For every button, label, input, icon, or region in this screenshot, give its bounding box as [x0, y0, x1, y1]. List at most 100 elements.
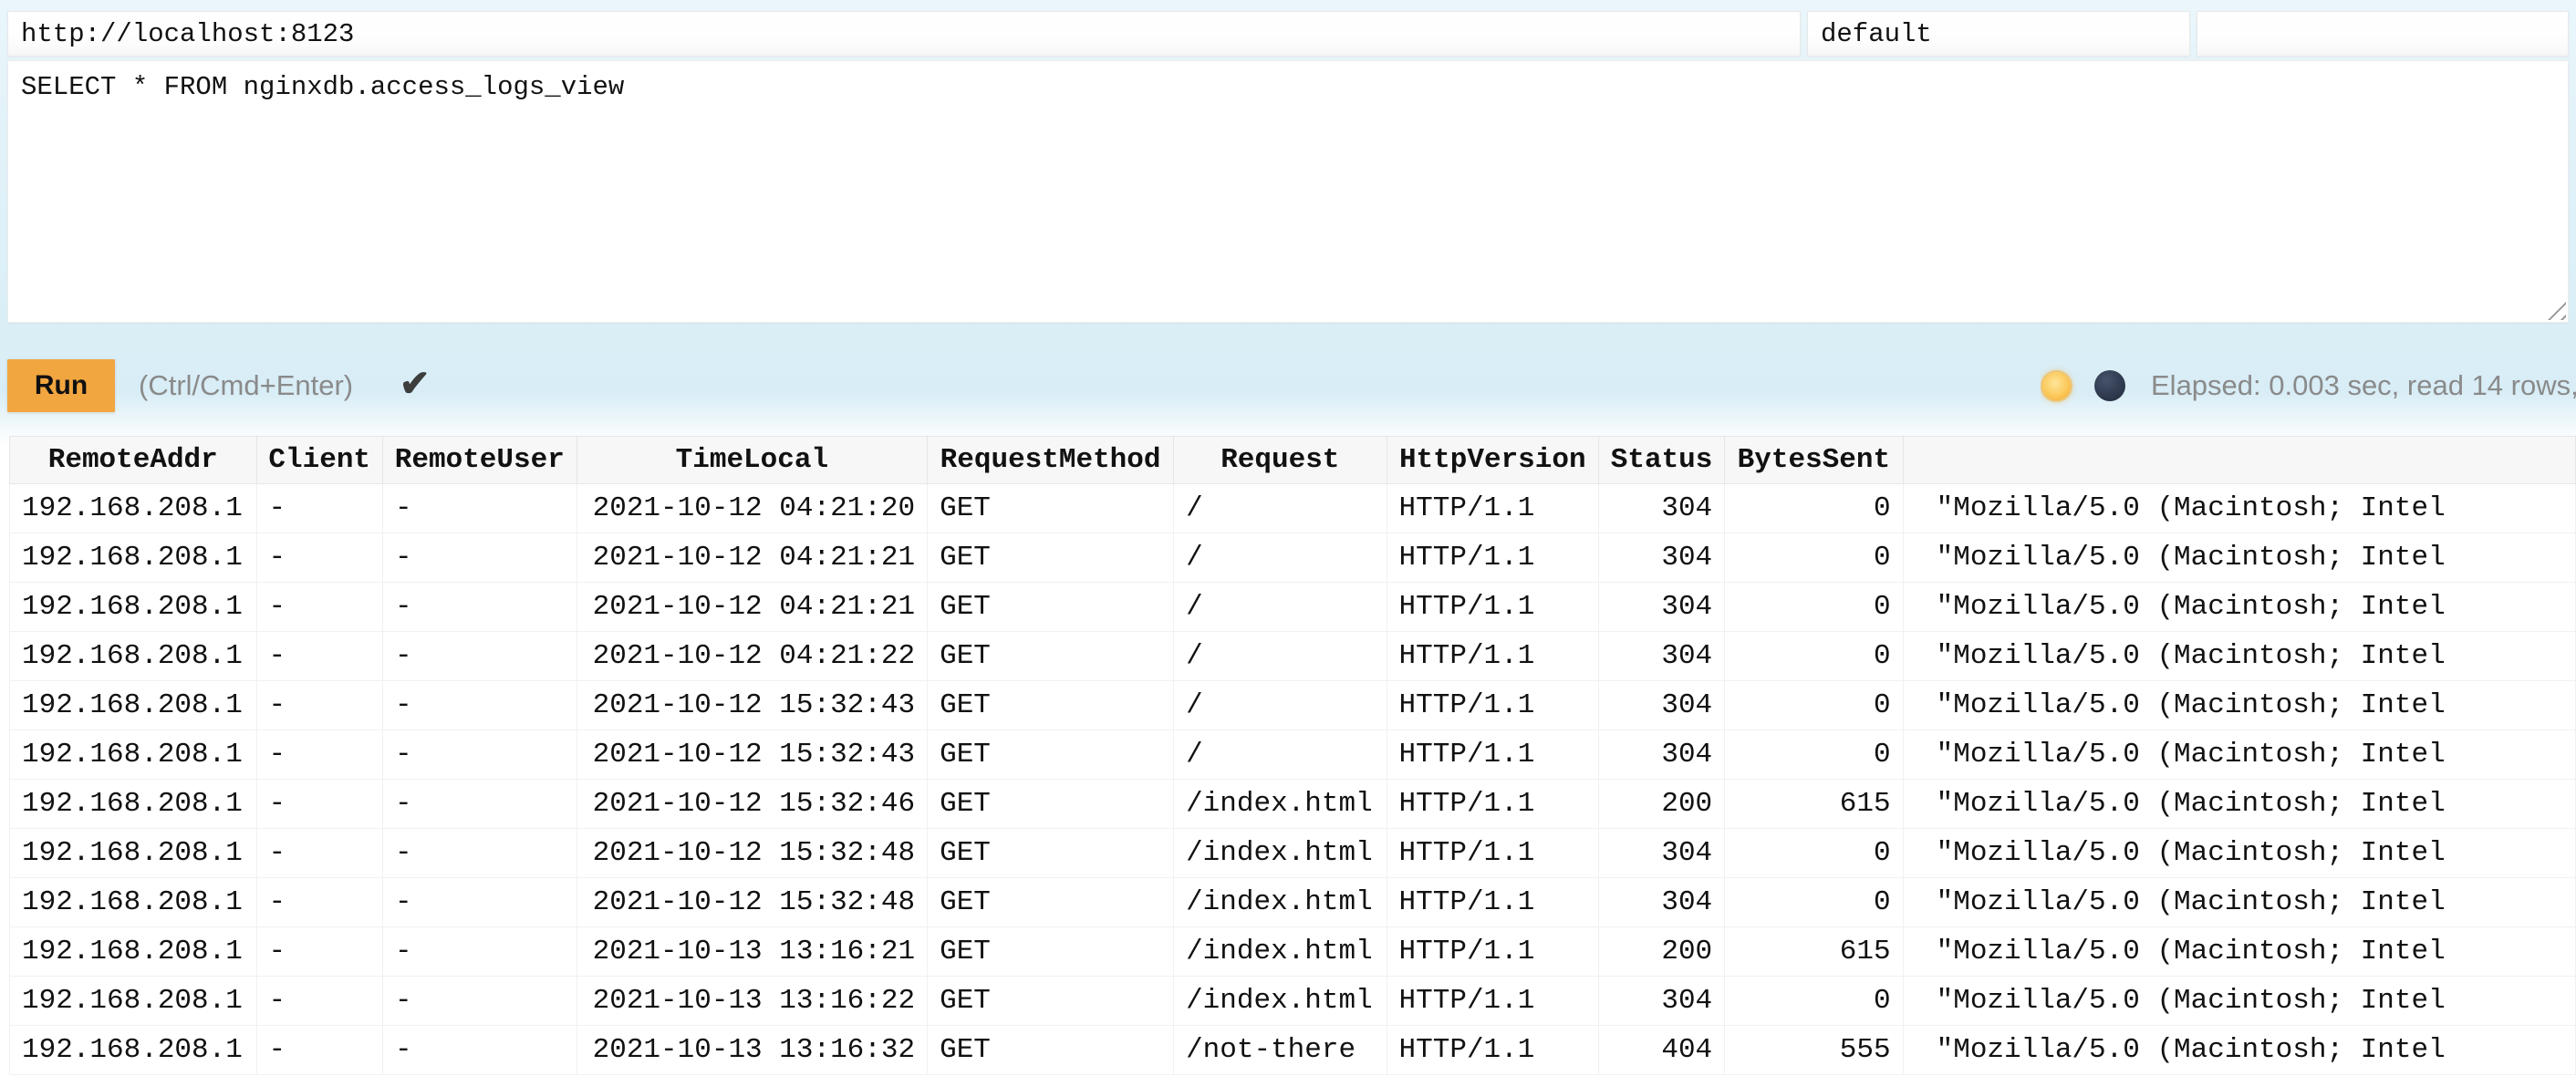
- column-header: RemoteUser: [382, 437, 576, 484]
- table-row: 192.168.208.1--2021-10-12 04:21:22GET/HT…: [10, 632, 2576, 681]
- table-cell: 2021-10-13 13:16:22: [576, 977, 927, 1026]
- table-cell: -: [256, 829, 382, 878]
- column-header: Client: [256, 437, 382, 484]
- table-cell: -: [382, 681, 576, 730]
- table-row: 192.168.208.1--2021-10-12 15:32:48GET/in…: [10, 878, 2576, 927]
- table-cell: 2021-10-12 04:21:20: [576, 484, 927, 533]
- password-input[interactable]: [2197, 11, 2569, 57]
- table-cell: HTTP/1.1: [1387, 878, 1598, 927]
- check-icon: ✔: [400, 357, 431, 410]
- table-cell: /: [1174, 484, 1387, 533]
- table-cell: 304: [1599, 878, 1725, 927]
- table-cell: 304: [1599, 681, 1725, 730]
- table-cell: 304: [1599, 730, 1725, 780]
- column-header: HttpVersion: [1387, 437, 1598, 484]
- table-cell: "Mozilla/5.0 (Macintosh; Intel: [1903, 681, 2575, 730]
- table-cell: 200: [1599, 927, 1725, 977]
- table-cell: 0: [1725, 484, 1903, 533]
- query-editor-wrap: SELECT * FROM nginxdb.access_logs_view: [7, 60, 2569, 323]
- table-cell: 192.168.208.1: [10, 927, 257, 977]
- table-cell: 192.168.208.1: [10, 1026, 257, 1075]
- table-cell: -: [382, 878, 576, 927]
- table-cell: 192.168.208.1: [10, 484, 257, 533]
- table-cell: "Mozilla/5.0 (Macintosh; Intel: [1903, 878, 2575, 927]
- table-cell: HTTP/1.1: [1387, 1026, 1598, 1075]
- table-row: 192.168.208.1--2021-10-12 04:21:20GET/HT…: [10, 484, 2576, 533]
- table-cell: 304: [1599, 829, 1725, 878]
- table-cell: /index.html: [1174, 927, 1387, 977]
- table-cell: "Mozilla/5.0 (Macintosh; Intel: [1903, 829, 2575, 878]
- table-cell: GET: [928, 977, 1174, 1026]
- table-cell: GET: [928, 681, 1174, 730]
- table-cell: -: [256, 730, 382, 780]
- table-cell: 0: [1725, 730, 1903, 780]
- table-cell: GET: [928, 927, 1174, 977]
- table-cell: -: [256, 583, 382, 632]
- table-cell: -: [256, 927, 382, 977]
- column-header: [1903, 437, 2575, 484]
- column-header: RemoteAddr: [10, 437, 257, 484]
- table-cell: 2021-10-12 15:32:43: [576, 730, 927, 780]
- table-cell: 0: [1725, 533, 1903, 583]
- table-cell: GET: [928, 583, 1174, 632]
- query-textarea[interactable]: SELECT * FROM nginxdb.access_logs_view: [7, 60, 2569, 323]
- table-cell: 0: [1725, 878, 1903, 927]
- table-cell: 615: [1725, 927, 1903, 977]
- table-cell: 404: [1599, 1026, 1725, 1075]
- table-cell: 2021-10-12 15:32:46: [576, 780, 927, 829]
- column-header: TimeLocal: [576, 437, 927, 484]
- table-cell: 192.168.208.1: [10, 780, 257, 829]
- table-cell: -: [382, 484, 576, 533]
- table-cell: 304: [1599, 533, 1725, 583]
- table-cell: GET: [928, 533, 1174, 583]
- table-cell: /not-there: [1174, 1026, 1387, 1075]
- table-cell: 615: [1725, 780, 1903, 829]
- query-stats-text: Elapsed: 0.003 sec, read 14 rows,: [2151, 369, 2576, 402]
- run-shortcut-hint: (Ctrl/Cmd+Enter): [139, 359, 353, 412]
- sun-icon[interactable]: [2042, 372, 2071, 400]
- table-cell: 555: [1725, 1026, 1903, 1075]
- table-cell: /: [1174, 730, 1387, 780]
- table-cell: 200: [1599, 780, 1725, 829]
- column-header: RequestMethod: [928, 437, 1174, 484]
- table-cell: 304: [1599, 977, 1725, 1026]
- table-cell: /: [1174, 583, 1387, 632]
- table-cell: "Mozilla/5.0 (Macintosh; Intel: [1903, 730, 2575, 780]
- table-cell: HTTP/1.1: [1387, 583, 1598, 632]
- table-cell: -: [256, 632, 382, 681]
- table-cell: -: [256, 1026, 382, 1075]
- table-cell: 192.168.208.1: [10, 681, 257, 730]
- results-table: RemoteAddrClientRemoteUserTimeLocalReque…: [9, 436, 2576, 1075]
- table-cell: HTTP/1.1: [1387, 927, 1598, 977]
- run-button[interactable]: Run: [7, 359, 115, 412]
- table-cell: -: [256, 533, 382, 583]
- column-header: Status: [1599, 437, 1725, 484]
- table-cell: -: [382, 977, 576, 1026]
- table-cell: -: [382, 927, 576, 977]
- table-row: 192.168.208.1--2021-10-12 04:21:21GET/HT…: [10, 583, 2576, 632]
- table-cell: "Mozilla/5.0 (Macintosh; Intel: [1903, 1026, 2575, 1075]
- table-cell: HTTP/1.1: [1387, 533, 1598, 583]
- table-cell: "Mozilla/5.0 (Macintosh; Intel: [1903, 780, 2575, 829]
- table-cell: HTTP/1.1: [1387, 829, 1598, 878]
- server-url-input[interactable]: [7, 11, 1801, 57]
- table-cell: 2021-10-12 15:32:48: [576, 878, 927, 927]
- table-cell: -: [382, 533, 576, 583]
- table-cell: /: [1174, 533, 1387, 583]
- table-row: 192.168.208.1--2021-10-12 15:32:48GET/in…: [10, 829, 2576, 878]
- table-cell: 192.168.208.1: [10, 829, 257, 878]
- table-cell: "Mozilla/5.0 (Macintosh; Intel: [1903, 977, 2575, 1026]
- table-cell: -: [256, 977, 382, 1026]
- table-cell: 0: [1725, 977, 1903, 1026]
- username-input[interactable]: [1807, 11, 2190, 57]
- table-cell: 0: [1725, 829, 1903, 878]
- table-cell: GET: [928, 632, 1174, 681]
- table-cell: HTTP/1.1: [1387, 977, 1598, 1026]
- table-cell: -: [256, 681, 382, 730]
- moon-icon[interactable]: [2094, 370, 2125, 401]
- table-cell: GET: [928, 878, 1174, 927]
- connection-bar: [7, 11, 2569, 57]
- table-cell: 192.168.208.1: [10, 533, 257, 583]
- table-cell: 304: [1599, 632, 1725, 681]
- table-cell: GET: [928, 1026, 1174, 1075]
